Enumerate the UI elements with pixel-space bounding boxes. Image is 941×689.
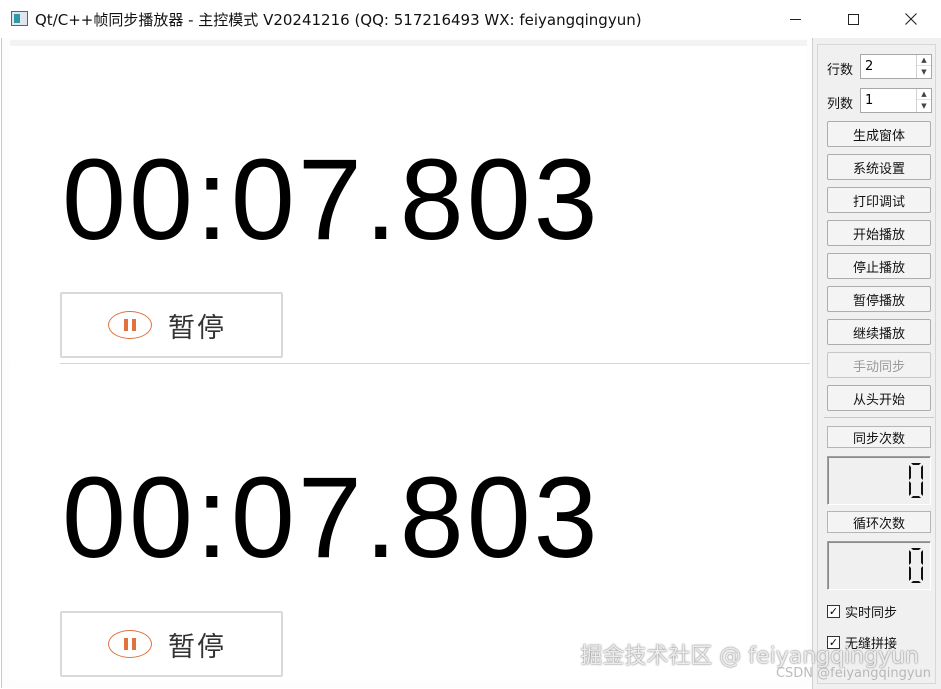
- spin-up-icon[interactable]: ▲: [917, 89, 931, 100]
- control-panel: 行数 2 ▲ ▼ 列数 1 ▲ ▼ 生成窗体 系统设置 打印调试 开始播放 停止…: [812, 38, 941, 689]
- stop-play-button[interactable]: 停止播放: [827, 253, 931, 279]
- spin-up-icon[interactable]: ▲: [917, 55, 931, 66]
- generate-window-button[interactable]: 生成窗体: [827, 121, 931, 147]
- panel-separator: [824, 417, 934, 418]
- start-play-button[interactable]: 开始播放: [827, 220, 931, 246]
- control-panel-frame: 行数 2 ▲ ▼ 列数 1 ▲ ▼ 生成窗体 系统设置 打印调试 开始播放 停止…: [817, 44, 936, 684]
- cols-value: 1: [865, 93, 874, 108]
- loop-count-lcd: 0: [827, 541, 931, 590]
- pause-button[interactable]: 暂停: [60, 292, 283, 358]
- sync-count-label: 同步次数: [827, 426, 931, 448]
- pause-icon: [108, 311, 152, 339]
- rows-value: 2: [865, 59, 874, 74]
- minimize-button[interactable]: [766, 0, 824, 38]
- video-cell-2[interactable]: 00:07.803 暂停: [10, 364, 807, 681]
- video-cell-1[interactable]: 00:07.803 暂停: [10, 46, 807, 363]
- realtime-sync-checkbox[interactable]: ✓ 实时同步: [827, 602, 897, 621]
- window-title: Qt/C++帧同步播放器 - 主控模式 V20241216 (QQ: 51721…: [35, 11, 642, 29]
- realtime-sync-label: 实时同步: [845, 606, 898, 621]
- manual-sync-button[interactable]: 手动同步: [827, 352, 931, 378]
- close-button[interactable]: [882, 0, 940, 38]
- app-icon: [11, 11, 28, 26]
- maximize-icon: [847, 13, 859, 25]
- pause-icon: [108, 630, 152, 658]
- rows-spin-arrows: ▲ ▼: [916, 55, 931, 78]
- pause-label: 暂停: [168, 631, 226, 663]
- pause-label: 暂停: [168, 312, 226, 344]
- pause-play-button[interactable]: 暂停播放: [827, 286, 931, 312]
- player-area: 00:07.803 暂停 00:07.803 暂停: [1, 38, 812, 688]
- check-icon: ✓: [827, 605, 840, 618]
- rows-label: 行数: [827, 63, 854, 78]
- cols-label: 列数: [827, 97, 854, 112]
- restart-button[interactable]: 从头开始: [827, 385, 931, 411]
- sync-count-lcd: 0: [827, 456, 931, 505]
- maximize-button[interactable]: [824, 0, 882, 38]
- close-icon: [905, 13, 917, 25]
- cols-spinbox[interactable]: 1 ▲ ▼: [860, 88, 932, 113]
- time-display: 00:07.803: [62, 454, 601, 582]
- spin-down-icon[interactable]: ▼: [917, 66, 931, 77]
- rows-spinbox[interactable]: 2 ▲ ▼: [860, 54, 932, 79]
- spin-down-icon[interactable]: ▼: [917, 100, 931, 111]
- minimize-icon: [789, 18, 801, 20]
- pause-button[interactable]: 暂停: [60, 611, 283, 677]
- loop-count-label: 循环次数: [827, 511, 931, 533]
- time-display: 00:07.803: [62, 136, 601, 264]
- sync-count-digit: [909, 463, 923, 498]
- title-bar: Qt/C++帧同步播放器 - 主控模式 V20241216 (QQ: 51721…: [0, 0, 941, 38]
- system-settings-button[interactable]: 系统设置: [827, 154, 931, 180]
- watermark-small: CSDN @feiyangqingyun: [775, 666, 931, 681]
- resume-play-button[interactable]: 继续播放: [827, 319, 931, 345]
- print-debug-button[interactable]: 打印调试: [827, 187, 931, 213]
- loop-count-digit: [909, 548, 923, 583]
- cols-spin-arrows: ▲ ▼: [916, 89, 931, 112]
